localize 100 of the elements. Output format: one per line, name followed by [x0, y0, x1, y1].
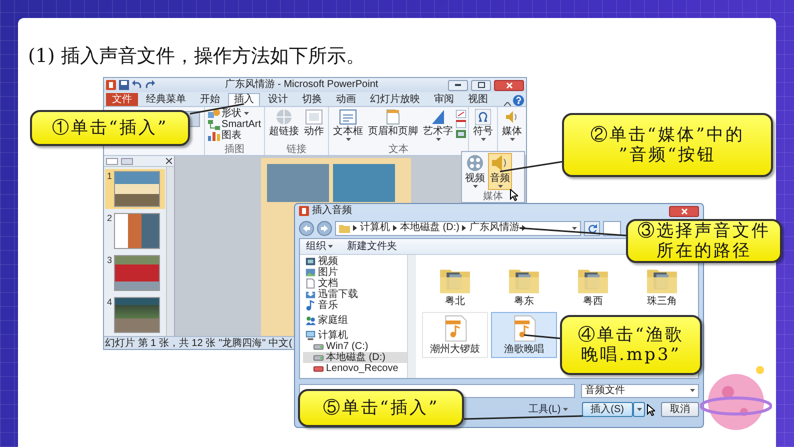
- ribbon-tab[interactable]: 插入: [228, 93, 260, 106]
- slide-item[interactable]: 4: [105, 295, 165, 335]
- help-icon[interactable]: [513, 95, 524, 106]
- nav-item[interactable]: Lenovo_Recove: [303, 363, 407, 374]
- scrollbar[interactable]: [166, 167, 174, 336]
- signature-icon[interactable]: [456, 110, 466, 118]
- media-button[interactable]: 视频: [463, 153, 487, 190]
- refresh-button[interactable]: [584, 220, 600, 236]
- status-text: "龙腾四海": [218, 338, 266, 348]
- ribbon-button[interactable]: 形状: [206, 108, 250, 119]
- tools-button[interactable]: 工具(L): [528, 404, 568, 416]
- file-tab[interactable]: 文件: [106, 93, 138, 106]
- status-text: 中文(: [268, 338, 292, 348]
- breadcrumb-item[interactable]: 本地磁盘 (D:): [400, 222, 460, 234]
- insert-button[interactable]: 插入(S): [582, 402, 633, 417]
- chevron-icon: [353, 225, 357, 231]
- toolbar-button[interactable]: 组织: [306, 240, 333, 252]
- breadcrumb-item[interactable]: 计算机: [360, 222, 390, 234]
- ribbon-tab[interactable]: 设计: [262, 93, 294, 106]
- dropdown-button[interactable]: [633, 402, 645, 417]
- ribbon-button[interactable]: 媒体: [500, 108, 524, 142]
- slide-preview: [114, 213, 160, 249]
- collapse-icon[interactable]: [504, 102, 511, 106]
- ribbon-tab[interactable]: 经典菜单: [140, 93, 192, 106]
- undo-icon[interactable]: [132, 80, 142, 90]
- nav-item[interactable]: 本地磁盘 (D:): [303, 352, 407, 363]
- nav-item[interactable]: 迅雷下载: [303, 289, 407, 300]
- file-item[interactable]: 珠三角: [629, 264, 695, 310]
- nav-item[interactable]: 音乐: [303, 300, 407, 311]
- slide-item[interactable]: 2: [105, 211, 165, 251]
- media-button[interactable]: 音频: [488, 153, 512, 190]
- diagram-icon: [208, 120, 220, 130]
- ribbon-button[interactable]: SmartArt: [206, 119, 262, 130]
- close-icon[interactable]: [166, 158, 172, 164]
- group-label: 链接: [286, 144, 308, 155]
- cancel-button[interactable]: 取消: [661, 402, 699, 417]
- ribbon-tab[interactable]: 动画: [330, 93, 362, 106]
- ribbon-tab[interactable]: 切换: [296, 93, 328, 106]
- outline-tab-icon[interactable]: [106, 158, 118, 164]
- save-icon[interactable]: [119, 80, 129, 90]
- breadcrumb-item[interactable]: 广东风情游: [469, 222, 520, 234]
- object-icon[interactable]: [456, 130, 466, 138]
- close-button[interactable]: [669, 206, 699, 216]
- back-button[interactable]: [299, 220, 314, 236]
- address-bar[interactable]: 计算机 本地磁盘 (D:) 广东风情游: [335, 220, 581, 236]
- close-button[interactable]: [494, 80, 524, 90]
- callout-text: ④单击“渔歌: [578, 325, 684, 345]
- callout-text: 晚唱.mp3”: [581, 345, 681, 365]
- nav-item[interactable]: 视频: [303, 256, 407, 267]
- chevron-icon: [393, 225, 397, 231]
- ribbon-button[interactable]: 艺术字: [421, 108, 455, 142]
- calendar-icon[interactable]: [456, 120, 466, 128]
- file-item[interactable]: 粤东: [491, 264, 557, 310]
- triangle-icon: [430, 109, 446, 125]
- caret-icon: [690, 389, 695, 392]
- maximize-button[interactable]: [471, 80, 491, 90]
- scrollbar[interactable]: [407, 255, 416, 378]
- bar-chart-icon: [208, 130, 220, 140]
- shapes-icon: [208, 108, 220, 118]
- file-item[interactable]: 渔歌晚唱: [491, 312, 557, 358]
- search-field[interactable]: [603, 220, 621, 236]
- ribbon-button[interactable]: 图表: [206, 130, 243, 141]
- callout-text: 所在的路径: [656, 241, 752, 261]
- callout-text: ②单击“媒体”中的: [590, 125, 745, 145]
- group-label: 插图: [223, 144, 246, 155]
- group-label: 媒体: [483, 191, 503, 202]
- ribbon-button[interactable]: 文本框: [331, 108, 365, 142]
- toolbar-button[interactable]: 新建文件夹: [347, 240, 397, 252]
- ribbon-button[interactable]: 动作: [302, 108, 326, 138]
- minimize-button[interactable]: [448, 80, 468, 90]
- forward-button[interactable]: [317, 220, 332, 236]
- file-item[interactable]: 潮州大锣鼓: [422, 312, 488, 358]
- picture-icon: [305, 267, 316, 278]
- people-icon: [305, 315, 316, 326]
- file-type-dropdown[interactable]: 音频文件: [581, 384, 699, 398]
- slide-heading: (1) 插入声音文件，操作方法如下所示。: [28, 44, 366, 68]
- nav-item[interactable]: 家庭组: [303, 315, 407, 326]
- file-item[interactable]: 粤西: [560, 264, 626, 310]
- redo-icon[interactable]: [145, 80, 155, 90]
- slide-item[interactable]: 3: [105, 253, 165, 293]
- caret-icon: [572, 226, 577, 230]
- ribbon-tab[interactable]: 审阅: [428, 93, 460, 106]
- ribbon-button[interactable]: 符号: [471, 108, 495, 142]
- leader-line: [500, 160, 562, 172]
- app-icon: [299, 206, 309, 216]
- nav-item[interactable]: Win7 (C:): [303, 341, 407, 352]
- nav-item[interactable]: 计算机: [303, 330, 407, 341]
- nav-item[interactable]: 文档: [303, 278, 407, 289]
- nav-item[interactable]: 图片: [303, 267, 407, 278]
- ribbon-button[interactable]: 超链接: [267, 108, 301, 138]
- file-item[interactable]: 粤北: [422, 264, 488, 310]
- callout-text: ①单击“插入”: [52, 118, 168, 138]
- ribbon-tab[interactable]: 开始: [194, 93, 226, 106]
- ribbon-button[interactable]: 页眉和页脚: [366, 108, 420, 138]
- ribbon-tab[interactable]: 幻灯片放映: [364, 93, 426, 106]
- slide-item[interactable]: 1: [105, 169, 165, 209]
- dialog-title: 插入音频: [312, 205, 353, 217]
- photo-placeholder: [267, 164, 329, 202]
- film-icon: [305, 256, 316, 267]
- ribbon-tab[interactable]: 视图: [462, 93, 494, 106]
